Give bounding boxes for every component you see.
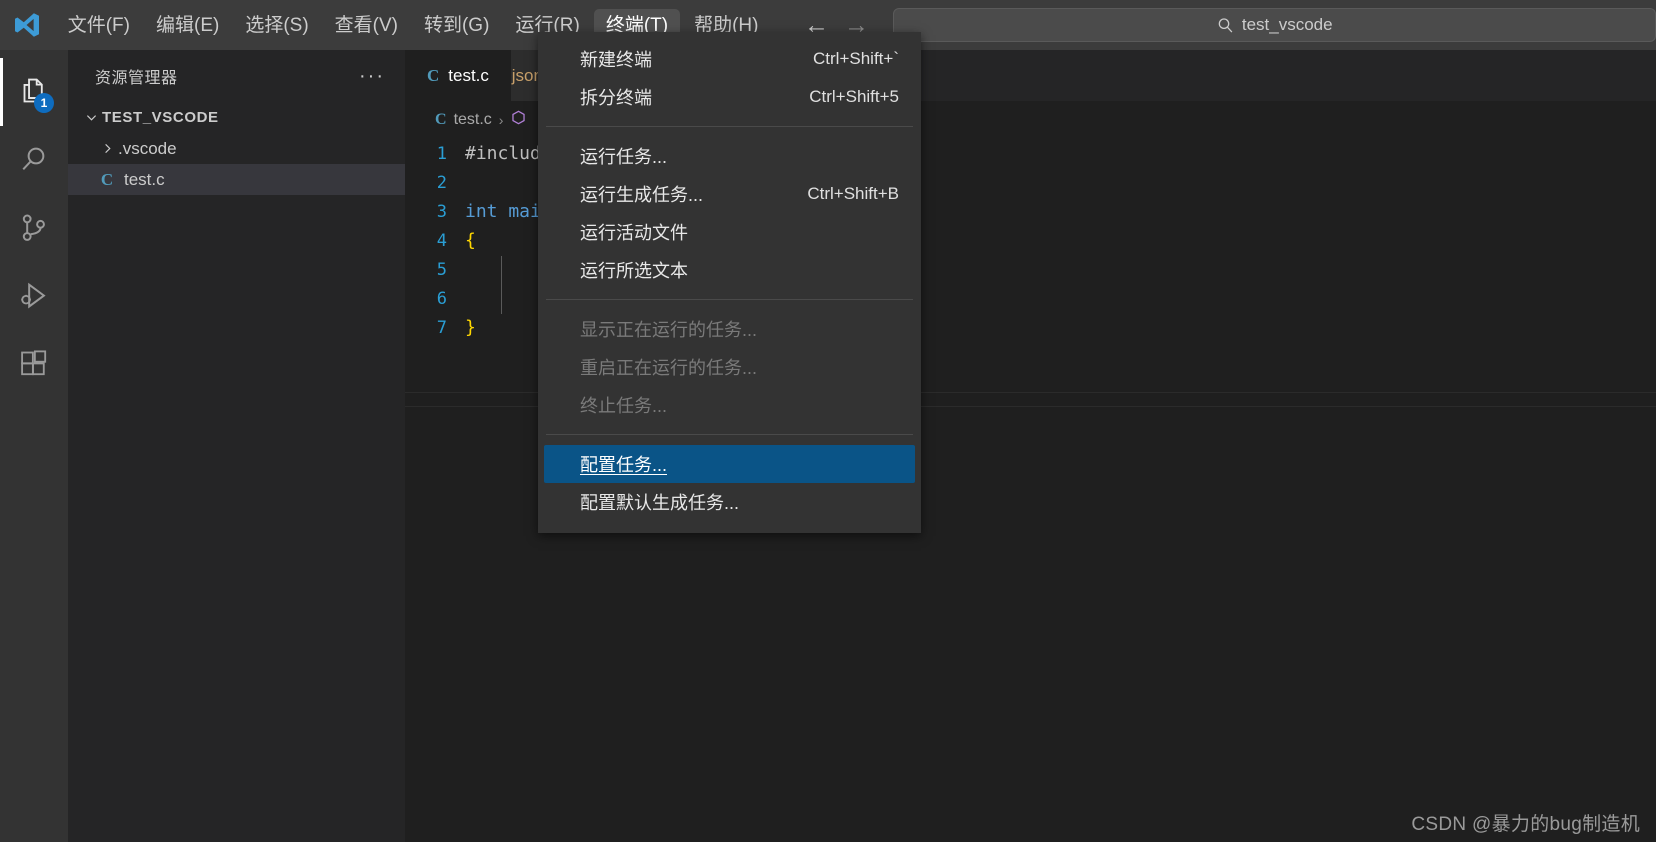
tree-row-test-c[interactable]: C test.c xyxy=(68,164,405,195)
menu-item-label: 配置任务... xyxy=(580,455,668,475)
vscode-logo-icon xyxy=(0,0,55,50)
tab-test-c[interactable]: C test.c xyxy=(405,50,511,101)
menu-item-split-terminal[interactable]: 拆分终端 Ctrl+Shift+5 xyxy=(538,78,921,116)
menu-item-configure-tasks[interactable]: 配置任务... xyxy=(544,445,915,483)
workspace-name: TEST_VSCODE xyxy=(102,109,219,126)
menu-edit[interactable]: 编辑(E) xyxy=(144,9,231,42)
line-number: 7 xyxy=(436,317,447,338)
activity-bar: 1 xyxy=(0,50,68,842)
breadcrumb-file[interactable]: test.c xyxy=(454,111,492,129)
menu-item-configure-default-build-task[interactable]: 配置默认生成任务... xyxy=(538,483,921,521)
file-name: test.c xyxy=(124,169,165,189)
chevron-down-icon xyxy=(80,110,102,125)
line-text: } xyxy=(465,317,476,338)
vscode-window: 文件(F) 编辑(E) 选择(S) 查看(V) 转到(G) 运行(R) 终端(T… xyxy=(0,0,1656,842)
sidebar-title: 资源管理器 xyxy=(95,70,178,87)
menu-item-label: 运行任务... xyxy=(580,147,668,167)
symbol-method-icon[interactable] xyxy=(510,109,527,131)
explorer-sidebar: 资源管理器 ··· TEST_VSCODE .vscode C test.c xyxy=(68,50,405,842)
line-text: { xyxy=(465,230,476,251)
tab-label: test.c xyxy=(448,65,489,85)
menu-item-run-active-file[interactable]: 运行活动文件 xyxy=(538,213,921,251)
search-icon xyxy=(22,147,45,171)
menu-item-restart-running-task: 重启正在运行的任务... xyxy=(538,348,921,386)
chevron-right-icon xyxy=(96,141,118,156)
menu-item-shortcut: Ctrl+Shift+` xyxy=(813,49,899,68)
tree-row-workspace[interactable]: TEST_VSCODE xyxy=(68,102,405,133)
watermark: CSDN @暴力的bug制造机 xyxy=(1411,814,1640,835)
menu-item-terminate-task: 终止任务... xyxy=(538,386,921,424)
folder-name: .vscode xyxy=(118,138,177,158)
terminal-menu-dropdown[interactable]: 新建终端 Ctrl+Shift+` 拆分终端 Ctrl+Shift+5 运行任务… xyxy=(538,32,921,533)
run-debug-icon xyxy=(21,282,46,309)
active-indicator xyxy=(0,330,3,398)
ellipsis-icon[interactable]: ··· xyxy=(359,66,385,86)
sidebar-header: 资源管理器 ··· xyxy=(68,50,405,102)
menu-item-run-build-task[interactable]: 运行生成任务... Ctrl+Shift+B xyxy=(538,175,921,213)
menu-item-label: 拆分终端 xyxy=(580,88,652,108)
line-number: 3 xyxy=(436,201,447,222)
c-file-icon: C xyxy=(435,111,447,128)
menu-item-shortcut: Ctrl+Shift+B xyxy=(807,184,899,203)
menu-item-label: 运行所选文本 xyxy=(580,261,688,281)
tree-row-vscode-folder[interactable]: .vscode xyxy=(68,133,405,164)
menu-item-run-task[interactable]: 运行任务... xyxy=(538,137,921,175)
activitybar-item-search[interactable] xyxy=(0,126,68,194)
menu-separator xyxy=(546,299,913,300)
c-file-icon: C xyxy=(100,169,114,189)
active-indicator xyxy=(0,126,3,194)
menu-go[interactable]: 转到(G) xyxy=(412,9,501,42)
menu-item-label: 运行生成任务... xyxy=(580,185,704,205)
menu-item-label: 重启正在运行的任务... xyxy=(580,358,758,378)
menu-item-shortcut: Ctrl+Shift+5 xyxy=(809,87,899,106)
menu-separator xyxy=(546,434,913,435)
source-control-icon xyxy=(22,214,45,241)
active-indicator xyxy=(0,262,3,330)
breadcrumb-separator: › xyxy=(498,112,504,128)
menu-item-new-terminal[interactable]: 新建终端 Ctrl+Shift+` xyxy=(538,40,921,78)
menu-item-label: 终止任务... xyxy=(580,396,668,416)
activitybar-item-source-control[interactable] xyxy=(0,194,68,262)
menu-item-run-selected-text[interactable]: 运行所选文本 xyxy=(538,251,921,289)
c-file-icon: C xyxy=(427,65,440,85)
menu-item-show-running-tasks: 显示正在运行的任务... xyxy=(538,310,921,348)
active-indicator xyxy=(0,58,3,126)
line-number: 2 xyxy=(436,172,447,193)
menu-item-label: 运行活动文件 xyxy=(580,223,688,243)
active-indicator xyxy=(0,194,3,262)
quick-input[interactable]: test_vscode xyxy=(893,8,1656,42)
line-number: 4 xyxy=(436,230,447,251)
line-number: 1 xyxy=(436,143,447,164)
quick-input-value: test_vscode xyxy=(1241,15,1333,34)
activitybar-item-extensions[interactable] xyxy=(0,330,68,398)
menu-item-label: 配置默认生成任务... xyxy=(580,493,740,513)
activitybar-item-explorer[interactable]: 1 xyxy=(0,58,68,126)
indent-guide xyxy=(501,256,502,314)
line-number: 6 xyxy=(436,288,447,309)
menu-view[interactable]: 查看(V) xyxy=(323,9,410,42)
extensions-icon xyxy=(21,350,47,376)
menu-item-label: 显示正在运行的任务... xyxy=(580,320,758,340)
menu-file[interactable]: 文件(F) xyxy=(56,9,142,42)
menu-item-label: 新建终端 xyxy=(580,50,652,70)
explorer-badge: 1 xyxy=(34,93,54,113)
search-icon xyxy=(1217,17,1234,34)
menu-selection[interactable]: 选择(S) xyxy=(233,9,320,42)
activitybar-item-run-and-debug[interactable] xyxy=(0,262,68,330)
menu-separator xyxy=(546,126,913,127)
line-number: 5 xyxy=(436,259,447,280)
